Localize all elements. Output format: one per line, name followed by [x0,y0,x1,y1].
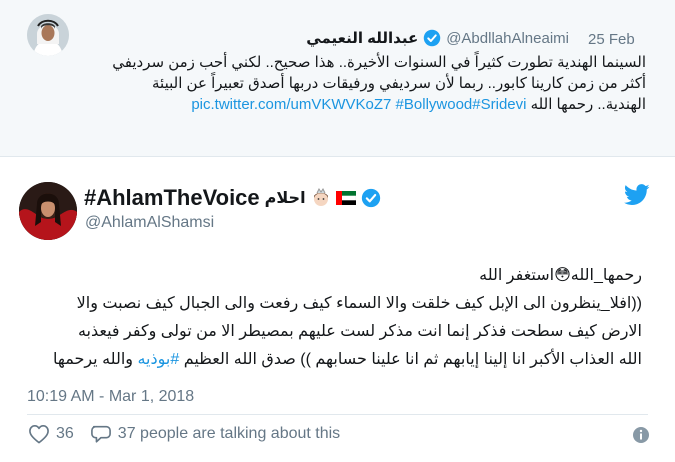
hashtag-bollywood-link[interactable]: #Bollywood [396,96,473,113]
quoted-media-link[interactable]: pic.twitter.com/umVKWVKoZ7 [191,96,391,113]
quoted-author-handle[interactable]: @AbdllahAlneaimi [446,30,569,47]
tweet-text-last-line-end: والله يرحمها [52,351,133,368]
quoted-tweet-date[interactable]: 25 Feb [588,31,635,48]
author-name-row: #AhlamTheVoice احلام [84,185,381,211]
heart-icon [29,425,49,444]
twitter-bird-icon[interactable] [624,184,650,206]
like-count: 36 [56,425,74,442]
author-display-name-arabic[interactable]: احلام [265,188,306,208]
author-handle[interactable]: @AhlamAlShamsi [85,214,214,232]
tweet-timestamp[interactable]: 10:19 AM - Mar 1, 2018 [27,388,194,406]
author-display-name[interactable]: #AhlamTheVoice [84,185,260,211]
tweet-text-line: الارض كيف سطحت فذكر إنما انت مذكر لست عل… [77,323,642,340]
hashtag-link[interactable]: #بوذيه [137,351,179,368]
tweet-text: رحمها_الله😳استغفر الله ((افلا_ينظرون الى… [12,262,642,374]
quoted-tweet-line: أكثر من زمن كارينا كابور.. ربما لأن سردي… [152,75,646,92]
quoted-tweet-line: السينما الهندية تطورت كثيراً في السنوات … [112,54,646,71]
quoted-author-avatar[interactable] [27,14,69,56]
quoted-tweet-line: الهندية.. رحمها الله #Sridevi#Bollywood … [36,94,646,115]
like-action[interactable]: 36 [28,424,74,444]
quoted-tweet[interactable]: عبدالله النعيمي @AbdllahAlneaimi 25 Feb … [0,0,675,157]
woman-emoji-icon [313,188,328,206]
verified-badge-icon [423,29,441,47]
reply-bubble-icon [90,425,111,443]
conversation-action[interactable]: 37 people are talking about this [90,424,340,444]
tweet-text-last-line-start: الله العذاب الأكبر انا إلينا إيابهم ثم ا… [183,351,642,368]
hashtag-sridevi-link[interactable]: #Sridevi [472,96,526,113]
divider [27,414,648,415]
quoted-author-names: عبدالله النعيمي @AbdllahAlneaimi [306,29,569,48]
tweet-text-line: ((افلا_ينظرون الى الإبل كيف خلقت والا ال… [76,295,642,312]
uae-flag-icon [335,191,356,205]
quoted-author-display-name[interactable]: عبدالله النعيمي [306,29,418,47]
verified-badge-icon [361,188,380,208]
tweet-text-line: الله العذاب الأكبر انا إلينا إيابهم ثم ا… [12,346,642,374]
tweet-text-line: رحمها_الله😳استغفر الله [479,267,642,284]
info-icon[interactable] [632,426,650,444]
tweet-actions: 36 37 people are talking about this [28,424,340,444]
author-avatar[interactable] [19,182,77,240]
talking-about-count: 37 people are talking about this [117,425,341,442]
quoted-tweet-text: السينما الهندية تطورت كثيراً في السنوات … [36,52,646,115]
quoted-tweet-line-end: الهندية.. رحمها الله [530,96,646,113]
